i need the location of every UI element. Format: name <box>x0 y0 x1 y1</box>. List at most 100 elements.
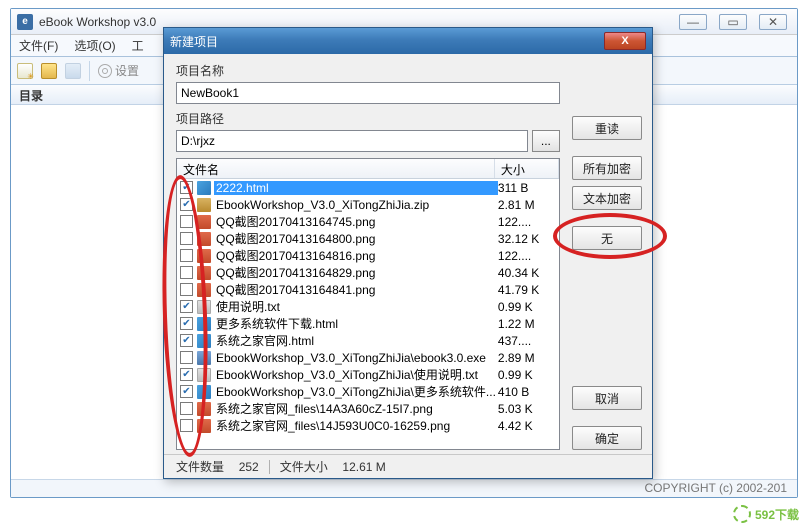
watermark: 592下载 <box>733 505 799 523</box>
html-file-icon <box>197 334 211 348</box>
file-checkbox[interactable] <box>180 283 193 296</box>
file-name: EbookWorkshop_V3.0_XiTongZhiJia\使用说明.txt <box>214 366 498 383</box>
file-checkbox[interactable]: ✔ <box>180 385 193 398</box>
png-file-icon <box>197 402 211 416</box>
main-statusbar: COPYRIGHT (c) 2002-201 <box>11 479 797 497</box>
col-filename[interactable]: 文件名 <box>177 159 495 178</box>
file-checkbox[interactable]: ✔ <box>180 300 193 313</box>
none-button[interactable]: 无 <box>572 226 642 250</box>
col-size[interactable]: 大小 <box>495 159 559 178</box>
file-row[interactable]: ✔使用说明.txt0.99 K <box>177 298 559 315</box>
file-name: 更多系统软件下载.html <box>214 315 498 332</box>
file-checkbox[interactable]: ✔ <box>180 317 193 330</box>
settings-button[interactable]: 设置 <box>98 62 139 79</box>
menu-file[interactable]: 文件(F) <box>19 37 58 54</box>
window-controls: — ▭ ✕ <box>679 14 787 30</box>
file-size: 1.22 M <box>498 317 556 331</box>
text-encrypt-button[interactable]: 文本加密 <box>572 186 642 210</box>
dialog-statusbar: 文件数量 252 文件大小 12.61 M <box>164 454 652 478</box>
file-row[interactable]: EbookWorkshop_V3.0_XiTongZhiJia\ebook3.0… <box>177 349 559 366</box>
png-file-icon <box>197 232 211 246</box>
file-row[interactable]: QQ截图20170413164816.png122.... <box>177 247 559 264</box>
path-row: ... <box>176 130 560 152</box>
file-name: EbookWorkshop_V3.0_XiTongZhiJia.zip <box>214 198 498 212</box>
new-icon[interactable] <box>17 63 33 79</box>
app-icon: e <box>17 14 33 30</box>
open-icon[interactable] <box>41 63 57 79</box>
file-checkbox[interactable]: ✔ <box>180 334 193 347</box>
file-checkbox[interactable] <box>180 232 193 245</box>
file-size: 0.99 K <box>498 368 556 382</box>
file-name: QQ截图20170413164829.png <box>214 264 498 281</box>
txt-file-icon <box>197 300 211 314</box>
file-size: 2.81 M <box>498 198 556 212</box>
file-checkbox[interactable] <box>180 402 193 415</box>
file-name: 2222.html <box>214 181 498 195</box>
project-path-input[interactable] <box>176 130 528 152</box>
file-row[interactable]: QQ截图20170413164800.png32.12 K <box>177 230 559 247</box>
file-row[interactable]: QQ截图20170413164829.png40.34 K <box>177 264 559 281</box>
file-checkbox[interactable]: ✔ <box>180 198 193 211</box>
file-name: QQ截图20170413164841.png <box>214 281 498 298</box>
file-row[interactable]: ✔ EbookWorkshop_V3.0_XiTongZhiJia\使用说明.tx… <box>177 366 559 383</box>
file-row[interactable]: QQ截图20170413164841.png41.79 K <box>177 281 559 298</box>
file-row[interactable]: 系统之家官网_files\14A3A60cZ-15I7.png5.03 K <box>177 400 559 417</box>
file-size: 410 B <box>498 385 556 399</box>
html-file-icon <box>197 317 211 331</box>
file-size: 122.... <box>498 215 556 229</box>
file-size: 4.42 K <box>498 419 556 433</box>
browse-button[interactable]: ... <box>532 130 560 152</box>
file-checkbox[interactable] <box>180 266 193 279</box>
menu-tools[interactable]: 工 <box>132 37 144 54</box>
dialog-close-button[interactable]: X <box>604 32 646 50</box>
dialog-titlebar[interactable]: 新建项目 X <box>164 28 652 54</box>
png-file-icon <box>197 266 211 280</box>
exe-file-icon <box>197 351 211 365</box>
copyright-text: COPYRIGHT (c) 2002-201 <box>645 481 788 495</box>
dialog-left: 项目名称 项目路径 ... 文件名 大小 ✔2222.html311 B✔Ebo… <box>176 62 560 450</box>
png-file-icon <box>197 215 211 229</box>
dialog-body: 项目名称 项目路径 ... 文件名 大小 ✔2222.html311 B✔Ebo… <box>164 54 652 454</box>
file-checkbox[interactable] <box>180 249 193 262</box>
file-size-label: 文件大小 <box>280 458 328 475</box>
file-checkbox[interactable]: ✔ <box>180 181 193 194</box>
file-row[interactable]: ✔ EbookWorkshop_V3.0_XiTongZhiJia\更多系统软件.… <box>177 383 559 400</box>
file-name: EbookWorkshop_V3.0_XiTongZhiJia\更多系统软件..… <box>214 383 498 400</box>
file-row[interactable]: ✔ EbookWorkshop_V3.0_XiTongZhiJia.zip2.81… <box>177 196 559 213</box>
tree-panel[interactable] <box>11 105 169 479</box>
file-name: 系统之家官网_files\14A3A60cZ-15I7.png <box>214 400 498 417</box>
file-checkbox[interactable] <box>180 351 193 364</box>
reread-button[interactable]: 重读 <box>572 116 642 140</box>
save-icon[interactable] <box>65 63 81 79</box>
file-row[interactable]: ✔ 2222.html311 B <box>177 179 559 196</box>
file-checkbox[interactable]: ✔ <box>180 368 193 381</box>
file-size: 311 B <box>498 181 556 195</box>
close-button[interactable]: ✕ <box>759 14 787 30</box>
file-checkbox[interactable] <box>180 419 193 432</box>
file-size: 41.79 K <box>498 283 556 297</box>
file-row[interactable]: 系统之家官网_files\14J593U0C0-16259.png4.42 K <box>177 417 559 434</box>
html-file-icon <box>197 385 211 399</box>
file-name: EbookWorkshop_V3.0_XiTongZhiJia\ebook3.0… <box>214 351 498 365</box>
file-list: 文件名 大小 ✔ 2222.html311 B ✔ EbookWorkshop_V3.… <box>176 158 560 450</box>
file-size: 12.61 M <box>342 460 385 474</box>
file-row[interactable]: QQ截图20170413164745.png122.... <box>177 213 559 230</box>
all-encrypt-button[interactable]: 所有加密 <box>572 156 642 180</box>
project-name-input[interactable] <box>176 82 560 104</box>
gear-icon <box>98 64 112 78</box>
file-row[interactable]: ✔ 更多系统软件下载.html1.22 M <box>177 315 559 332</box>
maximize-button[interactable]: ▭ <box>719 14 747 30</box>
file-checkbox[interactable] <box>180 215 193 228</box>
dialog-title: 新建项目 <box>170 33 604 50</box>
file-list-header: 文件名 大小 <box>177 159 559 179</box>
settings-label: 设置 <box>115 62 139 79</box>
file-rows[interactable]: ✔ 2222.html311 B ✔ EbookWorkshop_V3.0_XiTon… <box>177 179 559 449</box>
menu-options[interactable]: 选项(O) <box>74 37 115 54</box>
minimize-button[interactable]: — <box>679 14 707 30</box>
cancel-button[interactable]: 取消 <box>572 386 642 410</box>
file-row[interactable]: ✔系统之家官网.html437.... <box>177 332 559 349</box>
file-name: 系统之家官网.html <box>214 332 498 349</box>
png-file-icon <box>197 419 211 433</box>
ok-button[interactable]: 确定 <box>572 426 642 450</box>
file-count-label: 文件数量 <box>176 458 224 475</box>
